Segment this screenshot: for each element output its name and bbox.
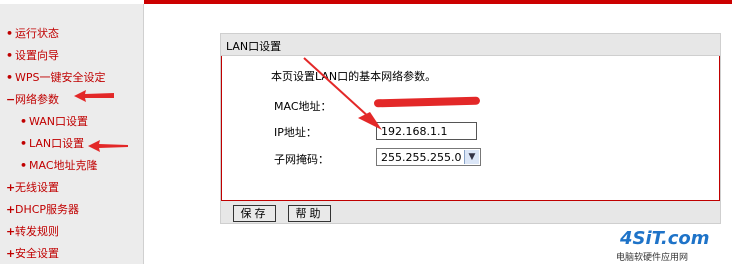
sidebar-item-wps[interactable]: • WPS一键安全设定 — [6, 71, 106, 85]
bullet-icon: • — [6, 71, 14, 84]
bullet-icon: • — [20, 137, 28, 150]
watermark-logo-text: 4SiT.com — [620, 228, 710, 249]
panel-header: LAN口设置 — [221, 34, 720, 56]
expand-icon: + — [6, 225, 16, 238]
sidebar-item-label: 网络参数 — [15, 93, 59, 106]
sidebar-item-label: DHCP服务器 — [15, 203, 80, 216]
sidebar-item-security[interactable]: +安全设置 — [6, 247, 59, 261]
sidebar-item-wan[interactable]: • WAN口设置 — [20, 115, 88, 129]
collapse-icon: − — [6, 93, 16, 106]
save-button[interactable]: 保存 — [233, 205, 276, 222]
sidebar-item-mac-clone[interactable]: • MAC地址克隆 — [20, 159, 98, 173]
help-button[interactable]: 帮助 — [288, 205, 331, 222]
sidebar-item-wireless[interactable]: +无线设置 — [6, 181, 59, 195]
annotation-arrow-icon — [303, 57, 382, 130]
top-bar-accent — [144, 0, 732, 4]
bullet-icon: • — [20, 159, 28, 172]
sidebar-item-label: WPS一键安全设定 — [15, 71, 106, 84]
sidebar-item-label: LAN口设置 — [29, 137, 85, 150]
subnet-mask-label: 子网掩码： — [274, 153, 329, 166]
sidebar-item-label: MAC地址克隆 — [29, 159, 98, 172]
sidebar-item-label: 转发规则 — [15, 225, 59, 238]
bullet-icon: • — [6, 27, 14, 40]
ip-address-value: 192.168.1.1 — [381, 125, 448, 138]
expand-icon: + — [6, 181, 16, 194]
expand-icon: + — [6, 203, 16, 216]
sidebar-item-label: 安全设置 — [15, 247, 59, 260]
subnet-mask-value: 255.255.255.0 — [381, 151, 462, 164]
subnet-mask-select[interactable]: 255.255.255.0 ▼ — [376, 148, 481, 166]
ip-address-input[interactable]: 192.168.1.1 — [376, 122, 477, 140]
sidebar-item-network[interactable]: −网络参数 — [6, 93, 59, 107]
sidebar-item-wizard[interactable]: • 设置向导 — [6, 49, 59, 63]
sidebar-item-label: 无线设置 — [15, 181, 59, 194]
sidebar-item-label: 设置向导 — [15, 49, 59, 62]
bullet-icon: • — [20, 115, 28, 128]
sidebar-item-label: 运行状态 — [15, 27, 59, 40]
watermark-subtitle: 电脑软硬件应用网 — [616, 253, 689, 263]
expand-icon: + — [6, 247, 16, 260]
annotation-arrow-icon — [88, 140, 128, 152]
sidebar-item-dhcp[interactable]: +DHCP服务器 — [6, 203, 79, 217]
chevron-down-icon[interactable]: ▼ — [464, 150, 479, 164]
bullet-icon: • — [6, 49, 14, 62]
annotation-arrow-icon — [74, 90, 114, 102]
sidebar-item-label: WAN口设置 — [29, 115, 89, 128]
panel-title: LAN口设置 — [226, 40, 282, 53]
sidebar-item-lan[interactable]: • LAN口设置 — [20, 137, 84, 151]
sidebar-item-status[interactable]: • 运行状态 — [6, 27, 59, 41]
sidebar-item-forwarding[interactable]: +转发规则 — [6, 225, 59, 239]
sidebar: • 运行状态 • 设置向导 • WPS一键安全设定 −网络参数 • WAN口设置 • LA… — [0, 4, 144, 264]
watermark-logo: 4SiT.com 电脑软硬件应用网 — [616, 228, 728, 263]
